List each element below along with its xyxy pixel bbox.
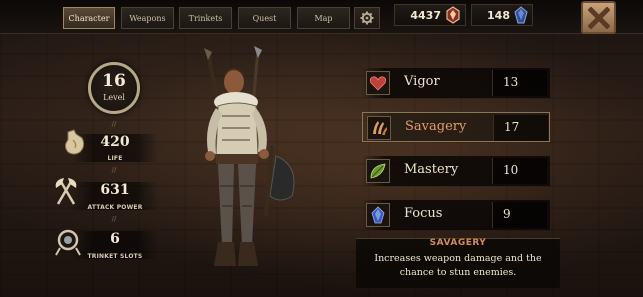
attribute-row-vigor[interactable]: Vigor 13	[362, 68, 550, 98]
attribute-value-box: 9	[492, 202, 547, 228]
character-model	[204, 46, 295, 266]
settings-button[interactable]	[354, 7, 380, 29]
description-text: Increases weapon damage and the chance t…	[374, 253, 542, 278]
attribute-name: Mastery	[404, 162, 459, 177]
attribute-value: 13	[503, 75, 519, 89]
gear-icon	[360, 11, 374, 25]
focus-icon	[366, 203, 390, 227]
attribute-row-mastery[interactable]: Mastery 10	[362, 156, 550, 186]
attribute-row-focus[interactable]: Focus 9	[362, 200, 550, 230]
leaf-icon	[370, 163, 386, 179]
gold-coin-icon	[446, 6, 460, 24]
attribute-name: Savagery	[405, 119, 467, 134]
close-button[interactable]	[581, 1, 616, 34]
top-navigation-bar: Character Weapons Trinkets Quest Map 443…	[0, 0, 643, 34]
divider-marks: //	[111, 120, 117, 128]
tab-trinkets[interactable]: Trinkets	[179, 7, 232, 29]
attribute-name: Focus	[404, 206, 443, 221]
life-value: 420	[100, 134, 130, 150]
trinket-slots-label: TRINKET SLOTS	[87, 253, 143, 260]
attribute-value: 17	[504, 120, 520, 134]
attribute-row-savagery[interactable]: Savagery 17	[362, 112, 550, 142]
attribute-value: 10	[503, 163, 519, 177]
attribute-value-box: 13	[492, 70, 547, 96]
attack-power-label: ATTACK POWER	[87, 204, 143, 211]
tab-map[interactable]: Map	[297, 7, 350, 29]
divider-marks: //	[111, 215, 117, 223]
heart-icon	[369, 76, 387, 91]
attribute-value: 9	[503, 207, 511, 221]
crystal-icon	[371, 206, 385, 224]
life-label: LIFE	[107, 155, 123, 162]
gem-amount: 148	[487, 8, 510, 22]
tab-character[interactable]: Character	[63, 7, 115, 29]
gem-counter: 148	[471, 4, 533, 26]
attribute-name: Vigor	[404, 74, 440, 89]
gold-amount: 4437	[410, 8, 441, 22]
level-badge: 16 Level	[88, 62, 140, 114]
savagery-icon	[367, 116, 391, 140]
attribute-description-panel: SAVAGERY Increases weapon damage and the…	[356, 238, 560, 288]
level-value: 16	[102, 71, 126, 91]
level-label: Level	[103, 93, 125, 102]
divider-marks: //	[111, 166, 117, 174]
vigor-icon	[366, 71, 390, 95]
blue-gem-icon	[514, 6, 528, 24]
gold-counter: 4437	[394, 4, 466, 26]
attack-power-value: 631	[100, 182, 130, 198]
trinket-slots-value: 6	[110, 231, 120, 247]
mastery-icon	[366, 159, 390, 183]
attribute-value-box: 17	[493, 115, 548, 141]
tab-quest[interactable]: Quest	[238, 7, 291, 29]
close-icon	[587, 6, 610, 29]
tab-weapons[interactable]: Weapons	[121, 7, 174, 29]
description-title: SAVAGERY	[429, 238, 487, 248]
attribute-value-box: 10	[492, 158, 547, 184]
claw-icon	[373, 121, 387, 135]
